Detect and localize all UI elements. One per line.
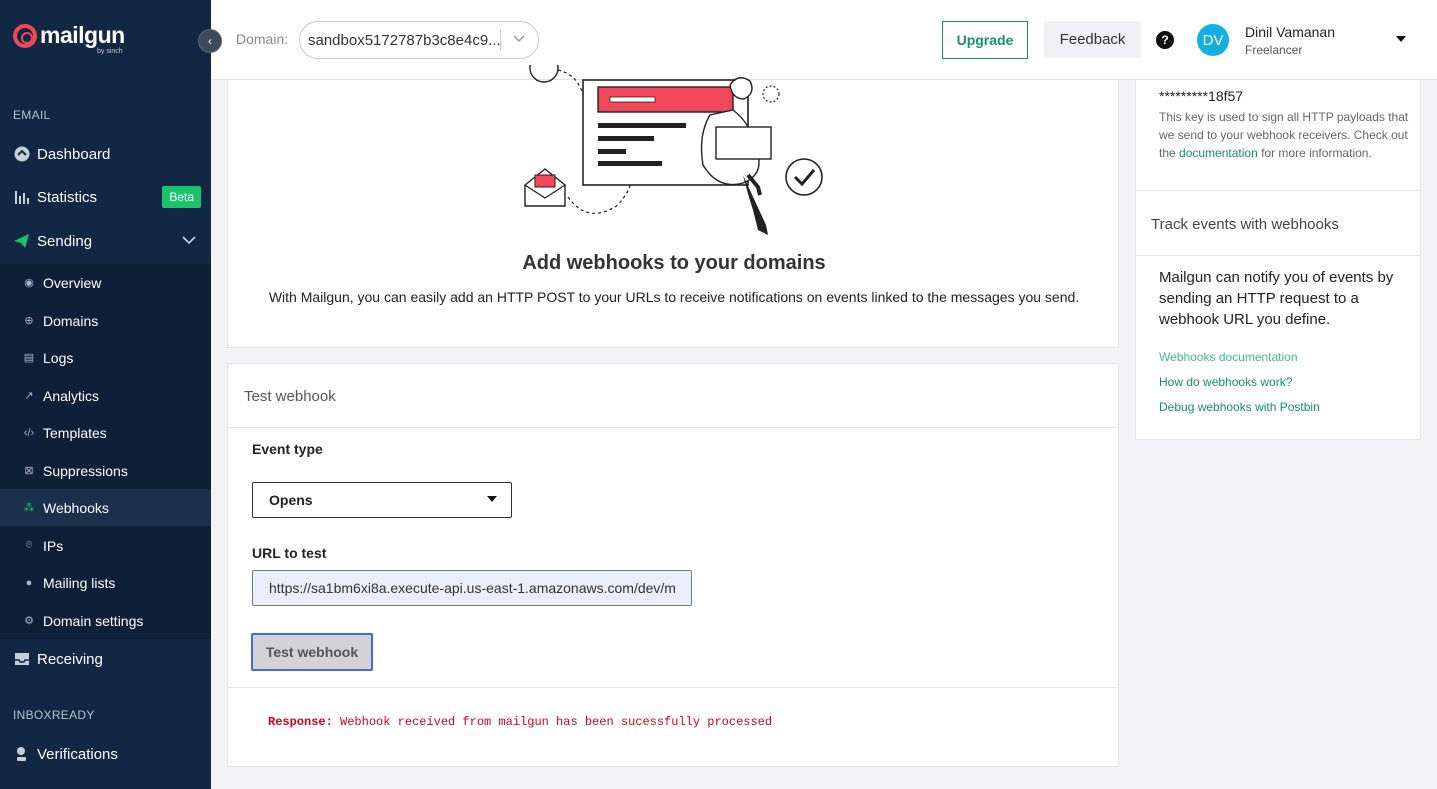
- domain-select-value: sandbox5172787b3c8e4c9...: [308, 31, 500, 49]
- event-type-value: Opens: [269, 492, 313, 508]
- test-webhook-title: Test webhook: [244, 388, 336, 405]
- user-role: Freelancer: [1245, 43, 1303, 57]
- how-webhooks-work-link[interactable]: How do webhooks work?: [1159, 375, 1292, 389]
- webhooks-documentation-link[interactable]: Webhooks documentation: [1159, 350, 1298, 364]
- response-text: Webhook received from mailgun has been s…: [340, 715, 773, 729]
- sidebar-item-ips[interactable]: ⌾ IPs: [0, 527, 211, 564]
- eye-icon: ◉: [24, 277, 34, 289]
- user-menu-caret-icon[interactable]: [1396, 33, 1406, 45]
- sidebar-item-analytics[interactable]: ↗ Analytics: [0, 377, 211, 414]
- domain-select[interactable]: sandbox5172787b3c8e4c9...: [299, 21, 539, 59]
- location-icon: ⌾: [25, 539, 33, 551]
- help-icon[interactable]: ?: [1156, 31, 1174, 49]
- avatar[interactable]: DV: [1197, 24, 1229, 56]
- suppressions-icon: ⊠: [24, 465, 34, 477]
- event-type-select[interactable]: Opens: [252, 482, 512, 518]
- sending-subnav: ◉ Overview ⊕ Domains ▤ Logs ↗ Analytics …: [0, 264, 211, 639]
- mailgun-logo[interactable]: mailgun by sinch: [13, 22, 125, 55]
- url-to-test-label: URL to test: [252, 545, 327, 561]
- sidebar-item-mailing-lists[interactable]: ● Mailing lists: [0, 564, 211, 601]
- test-webhook-header: Test webhook: [228, 364, 1118, 428]
- response-label: Response:: [268, 715, 333, 729]
- feedback-button[interactable]: Feedback: [1044, 21, 1141, 58]
- inbox-icon: [13, 651, 30, 668]
- sidebar-item-label: Templates: [43, 424, 107, 441]
- divider: [228, 687, 1118, 688]
- user-name[interactable]: Dinil Vamanan: [1245, 24, 1335, 40]
- inboxready-section-label: INBOXREADY: [13, 708, 95, 722]
- gear-icon: ⚙: [24, 615, 34, 627]
- sidebar-item-overview[interactable]: ◉ Overview: [0, 264, 211, 301]
- analytics-icon: ↗: [24, 390, 34, 402]
- sidebar-item-dashboard[interactable]: Dashboard: [0, 134, 211, 174]
- chevron-left-icon: ‹: [208, 34, 212, 48]
- sidebar-item-label: Webhooks: [43, 499, 109, 516]
- collapse-sidebar-button[interactable]: ‹: [198, 29, 222, 53]
- sidebar-item-label: Sending: [37, 232, 93, 250]
- sidebar-item-label: IPs: [43, 537, 64, 554]
- hero-title: Add webhooks to your domains: [522, 252, 826, 274]
- email-section-label: EMAIL: [13, 108, 51, 122]
- sidebar-item-label: Mailing lists: [43, 574, 116, 591]
- sidebar-item-suppressions[interactable]: ⊠ Suppressions: [0, 452, 211, 489]
- debug-webhooks-postbin-link[interactable]: Debug webhooks with Postbin: [1159, 400, 1320, 414]
- sidebar-item-statistics[interactable]: Statistics Beta: [0, 177, 211, 217]
- globe-icon: ⊕: [24, 315, 34, 327]
- sidebar-item-label: Suppressions: [43, 462, 128, 479]
- sidebar-item-webhooks[interactable]: ⁂ Webhooks: [0, 489, 211, 526]
- chevron-down-icon[interactable]: [501, 34, 537, 46]
- user-icon: ●: [25, 576, 33, 589]
- response-message: Response: Webhook received from mailgun …: [268, 715, 772, 729]
- upgrade-button[interactable]: Upgrade: [942, 21, 1028, 59]
- dashboard-icon: [13, 146, 30, 163]
- domain-label: Domain:: [236, 31, 289, 47]
- signing-key-card: *********18f57 This key is used to sign …: [1135, 80, 1421, 191]
- webhooks-hero-card: Add webhooks to your domains With Mailgu…: [227, 65, 1119, 348]
- test-webhook-button[interactable]: Test webhook: [251, 633, 373, 671]
- sidebar-item-label: Domain settings: [43, 612, 144, 629]
- sidebar-item-logs[interactable]: ▤ Logs: [0, 339, 211, 376]
- sidebar-item-label: Overview: [43, 274, 102, 291]
- signing-key-description: This key is used to sign all HTTP payloa…: [1159, 108, 1409, 162]
- sidebar-item-domain-settings[interactable]: ⚙ Domain settings: [0, 602, 211, 639]
- sending-icon: [13, 233, 30, 250]
- signing-key-desc-text-end: for more information.: [1257, 146, 1372, 160]
- sidebar-item-templates[interactable]: ‹/› Templates: [0, 414, 211, 451]
- beta-badge: Beta: [162, 186, 201, 208]
- sidebar-item-label: Receiving: [37, 650, 103, 668]
- sidebar-item-label: Statistics: [37, 188, 98, 206]
- code-icon: ‹/›: [23, 426, 35, 439]
- logs-icon: ▤: [23, 352, 35, 364]
- webhooks-icon: ⁂: [23, 502, 35, 514]
- event-type-label: Event type: [252, 441, 323, 457]
- statistics-icon: [13, 189, 30, 206]
- sidebar-item-sending[interactable]: Sending: [0, 221, 211, 261]
- sidebar-item-label: Analytics: [43, 387, 100, 404]
- signing-key-value: *********18f57: [1159, 88, 1244, 104]
- sidebar-item-label: Logs: [43, 349, 74, 366]
- verifications-icon: [13, 746, 30, 763]
- sidebar-item-receiving[interactable]: Receiving: [0, 639, 211, 679]
- brand-name: mailgun: [40, 22, 125, 48]
- mailgun-logo-icon: [13, 24, 37, 48]
- hero-description: With Mailgun, you can easily add an HTTP…: [268, 289, 1080, 305]
- track-events-description: Mailgun can notify you of events by send…: [1159, 269, 1394, 328]
- webhooks-illustration: [524, 65, 823, 235]
- test-webhook-card: Test webhook Event type Opens URL to tes…: [227, 363, 1119, 767]
- dropdown-caret-icon: [487, 496, 497, 502]
- sidebar: mailgun by sinch EMAIL Dashboard Statist…: [0, 0, 211, 789]
- sidebar-item-label: Dashboard: [37, 145, 111, 163]
- chevron-down-icon[interactable]: [182, 233, 196, 247]
- documentation-link[interactable]: documentation: [1179, 146, 1258, 160]
- sidebar-item-label: Verifications: [37, 745, 118, 763]
- track-events-title: Track events with webhooks: [1151, 216, 1339, 233]
- sidebar-item-domains[interactable]: ⊕ Domains: [0, 302, 211, 339]
- sidebar-item-label: Domains: [43, 312, 99, 329]
- divider: [1136, 255, 1420, 256]
- track-events-card: Track events with webhooks Mailgun can n…: [1135, 190, 1421, 440]
- url-to-test-input[interactable]: [252, 570, 692, 606]
- sidebar-item-verifications[interactable]: Verifications: [0, 734, 211, 774]
- brand-sub: by sinch: [97, 48, 123, 55]
